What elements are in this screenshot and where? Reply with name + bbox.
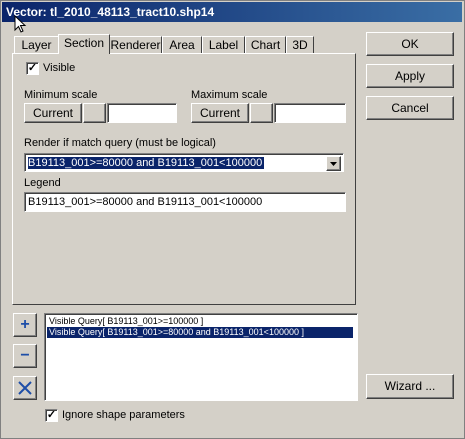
min-scale-label: Minimum scale <box>24 89 98 101</box>
tab-label[interactable]: Label <box>202 36 245 53</box>
tab-label: Chart <box>250 38 281 52</box>
visible-label: Visible <box>43 62 76 74</box>
query-dropdown-button[interactable] <box>326 156 341 171</box>
delete-x-icon <box>18 381 32 395</box>
max-scale-spacer-button[interactable] <box>250 103 273 123</box>
wizard-button[interactable]: Wizard ... <box>366 374 454 399</box>
query-select[interactable]: B19113_001>=80000 and B19113_001<100000 <box>24 153 344 172</box>
cancel-button[interactable]: Cancel <box>366 96 454 120</box>
chevron-down-icon <box>330 162 337 166</box>
tab-chart[interactable]: Chart <box>245 36 286 53</box>
legend-input[interactable]: B19113_001>=80000 and B19113_001<100000 <box>24 192 346 212</box>
query-label: Render if match query (must be logical) <box>24 137 216 149</box>
tab-label: Area <box>169 38 195 52</box>
add-query-button[interactable]: + <box>13 313 37 337</box>
delete-query-button[interactable] <box>13 376 37 400</box>
min-scale-current-button[interactable]: Current <box>24 103 82 123</box>
tab-label-text: Label <box>208 38 239 52</box>
min-scale-input[interactable] <box>107 103 177 123</box>
tab-label: Renderer <box>110 38 161 52</box>
max-scale-label: Maximum scale <box>191 89 268 101</box>
list-item-selected[interactable]: Visible Query[ B19113_001>=80000 and B19… <box>47 327 353 338</box>
remove-query-button[interactable]: − <box>13 344 37 368</box>
arrow-cursor-icon <box>14 15 27 33</box>
tab-label: Section <box>63 36 105 50</box>
visible-checkbox[interactable]: ✓ <box>26 62 39 75</box>
query-list[interactable]: Visible Query[ B19113_001>=100000 ] Visi… <box>44 313 358 401</box>
legend-label: Legend <box>24 177 61 189</box>
tab-section[interactable]: Section <box>58 34 110 54</box>
min-scale-spacer-button[interactable] <box>83 103 106 123</box>
apply-button[interactable]: Apply <box>366 64 454 88</box>
query-selected-value: B19113_001>=80000 and B19113_001<100000 <box>28 157 265 169</box>
ignore-shape-label: Ignore shape parameters <box>62 409 185 421</box>
window-title: Vector: tl_2010_48113_tract10.shp14 <box>2 2 462 22</box>
tab-label: 3D <box>292 38 308 52</box>
tab-label: Layer <box>21 38 52 52</box>
ok-button[interactable]: OK <box>366 32 454 56</box>
tab-layer[interactable]: Layer <box>14 36 59 53</box>
tab-area[interactable]: Area <box>162 36 202 53</box>
ignore-shape-checkbox[interactable]: ✓ <box>45 409 58 422</box>
max-scale-current-button[interactable]: Current <box>191 103 249 123</box>
tab-renderer[interactable]: Renderer <box>109 36 162 53</box>
max-scale-input[interactable] <box>274 103 346 123</box>
list-item[interactable]: Visible Query[ B19113_001>=100000 ] <box>47 316 353 327</box>
tab-3d[interactable]: 3D <box>286 36 314 53</box>
